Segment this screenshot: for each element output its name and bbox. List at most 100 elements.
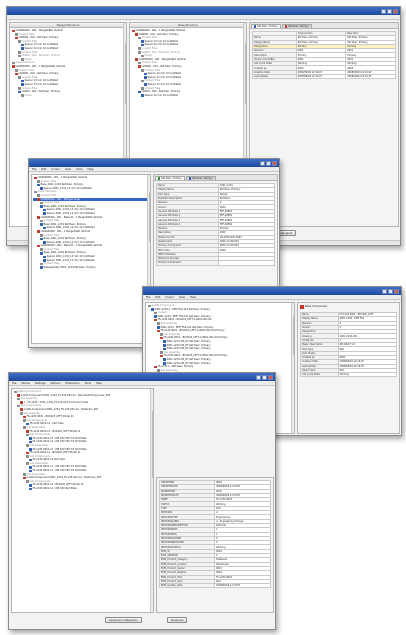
part-icon — [40, 205, 43, 208]
maximize-button[interactable] — [262, 374, 267, 380]
minimize-button[interactable] — [260, 160, 265, 166]
minimize-button[interactable] — [381, 8, 386, 14]
compare-table: Original Item New Item Name Ref Desc. Pri… — [252, 30, 396, 80]
menu-item[interactable]: File — [32, 167, 36, 171]
property-value[interactable]: Working — [337, 372, 398, 378]
tree-node[interactable]: FS-1234 0001-11 - M8 X20 Part Plate — [13, 487, 152, 491]
tab-properties-1[interactable]: Ref Desc. Primary — [155, 176, 185, 180]
repository-properties-body: CREATEDBY 0001 CREATEDDATE 2008/09/04 12:10… — [158, 479, 271, 589]
folder-icon — [23, 473, 26, 476]
assembly-icon — [37, 216, 40, 219]
structure-tree[interactable]: UA0000000 - 001 - 1 Merged/Ref. Vertical… — [32, 175, 150, 270]
assembly-icon — [20, 408, 23, 412]
menu-item[interactable]: Tools — [85, 381, 91, 385]
menubar: File Edit Cursor View Help — [143, 295, 401, 300]
close-button[interactable] — [272, 160, 277, 166]
assembly-icon — [12, 65, 15, 69]
menu-item[interactable]: File — [146, 295, 150, 299]
menu-item[interactable]: Cursor — [51, 167, 60, 171]
property-row[interactable]: EDM_Update_Date 2008/09/04 12:10:07 — [158, 583, 271, 589]
save-load-button[interactable]: Save/Load — [167, 617, 188, 623]
tree-node-label: Subassembly 2001_1234 Ref Desc. Primary — [43, 265, 96, 269]
compare-row[interactable]: Last Update 2008/09/04 12:10:07 2008/09/04… — [252, 73, 396, 80]
repository-tree-pane[interactable]: Default Component A-ADS-Component 0001_12… — [11, 388, 154, 613]
tab-label: Ref Desc. Primary — [161, 177, 182, 180]
menu-item[interactable]: Tools — [76, 167, 82, 171]
menu-item[interactable]: File — [12, 381, 16, 385]
save-load-repository-button[interactable]: Save/Load in Repository — [105, 617, 142, 623]
structure-tree-pane[interactable]: UA0000000 - 001 - 1 Merged/Ref. Vertical… — [31, 174, 151, 344]
tab-new[interactable]: Ref Desc. Primary — [281, 24, 312, 28]
scrollbar-thumb[interactable] — [292, 316, 294, 355]
tree-node[interactable]: Plugin — [11, 94, 125, 98]
folder-icon — [157, 322, 160, 326]
folder-icon — [40, 219, 43, 223]
scrollbar-thumb[interactable] — [124, 43, 126, 105]
menu-item[interactable]: Edit — [41, 167, 46, 171]
property-value[interactable]: 2008/09/04 12:10:07 — [214, 583, 271, 589]
base-structure-tree[interactable]: UA0000000 - 001 - 1 Merged/Ref. Vertical… — [130, 28, 246, 98]
menu-item[interactable]: Cursor — [165, 295, 174, 299]
menu-item[interactable]: View — [65, 167, 71, 171]
window-titlebar[interactable] — [29, 159, 279, 167]
property-row[interactable]: Life Cycle State Working — [300, 372, 398, 378]
repository-properties-pane: CREATEDBY 0001 CREATEDDATE 2008/09/04 12:10… — [156, 477, 274, 613]
vertical-scrollbar[interactable] — [291, 303, 294, 433]
tab-original[interactable]: Ref Desc. Primary — [251, 24, 281, 28]
assembly-icon — [34, 176, 37, 180]
tree-node-label: FS-1234 0001-11 - M8 X20 Part Plate — [32, 487, 77, 491]
part-icon — [138, 90, 141, 94]
part-icon — [254, 25, 257, 28]
window-controls — [382, 288, 401, 294]
menu-item[interactable]: Edit — [155, 295, 160, 299]
close-button[interactable] — [394, 288, 399, 294]
menu-item[interactable]: Help — [96, 381, 102, 385]
part-icon — [29, 437, 32, 440]
scrollbar-thumb[interactable] — [148, 191, 150, 243]
minimize-button[interactable] — [256, 374, 261, 380]
minimize-button[interactable] — [382, 288, 387, 294]
folder-icon — [20, 412, 23, 415]
folder-icon — [26, 462, 29, 465]
tab-properties-2[interactable]: Ref Desc. Primary — [185, 176, 216, 180]
property-value[interactable] — [217, 260, 276, 266]
assembly-icon — [12, 29, 15, 33]
folder-icon — [15, 69, 18, 72]
menu-item[interactable]: Options — [50, 381, 60, 385]
part-icon — [29, 483, 32, 487]
menu-item[interactable]: Help — [87, 167, 93, 171]
window-titlebar[interactable] — [143, 287, 401, 295]
folder-icon — [18, 54, 21, 58]
part-icon — [154, 315, 157, 318]
folder-icon — [26, 455, 29, 458]
part-icon — [29, 487, 32, 491]
menu-item[interactable]: Extensions — [65, 381, 79, 385]
tree-node-label: Spacer 12 mm 10 Cu/Plated — [144, 93, 179, 97]
window-titlebar[interactable] — [7, 7, 400, 15]
menu-item[interactable]: Help — [190, 295, 196, 299]
scrollbar-thumb[interactable] — [244, 43, 246, 105]
vertical-scrollbar[interactable] — [150, 389, 153, 612]
property-row[interactable]: Primary Component — [156, 260, 276, 266]
assembly-icon — [26, 430, 29, 433]
scrollbar-thumb[interactable] — [151, 411, 153, 479]
maximize-button[interactable] — [387, 8, 392, 14]
assembly-icon — [135, 33, 138, 36]
component-header: Base Component — [298, 303, 399, 310]
folder-icon — [138, 51, 141, 54]
menu-item[interactable]: View — [179, 295, 185, 299]
part-icon — [144, 72, 147, 76]
maximize-button[interactable] — [388, 288, 393, 294]
menu-item[interactable]: Settings — [35, 381, 46, 385]
close-button[interactable] — [393, 8, 398, 14]
menubar — [7, 15, 400, 20]
close-button[interactable] — [268, 374, 273, 380]
merged-structure-tree[interactable]: UA0000000 - 001 - Merged/Ref. Vertical Co… — [10, 28, 126, 98]
repository-tree[interactable]: Default Component A-ADS-Component 0001_12… — [12, 389, 153, 492]
tree-node[interactable]: Spacer 12 mm 10 Cu/Plated — [131, 94, 245, 98]
tree-node[interactable]: Subassembly 2001_1234 Ref Desc. Primary — [33, 266, 149, 270]
part-icon — [43, 255, 46, 259]
window-titlebar[interactable] — [9, 373, 275, 381]
maximize-button[interactable] — [266, 160, 271, 166]
menu-item[interactable]: Modus — [21, 381, 29, 385]
